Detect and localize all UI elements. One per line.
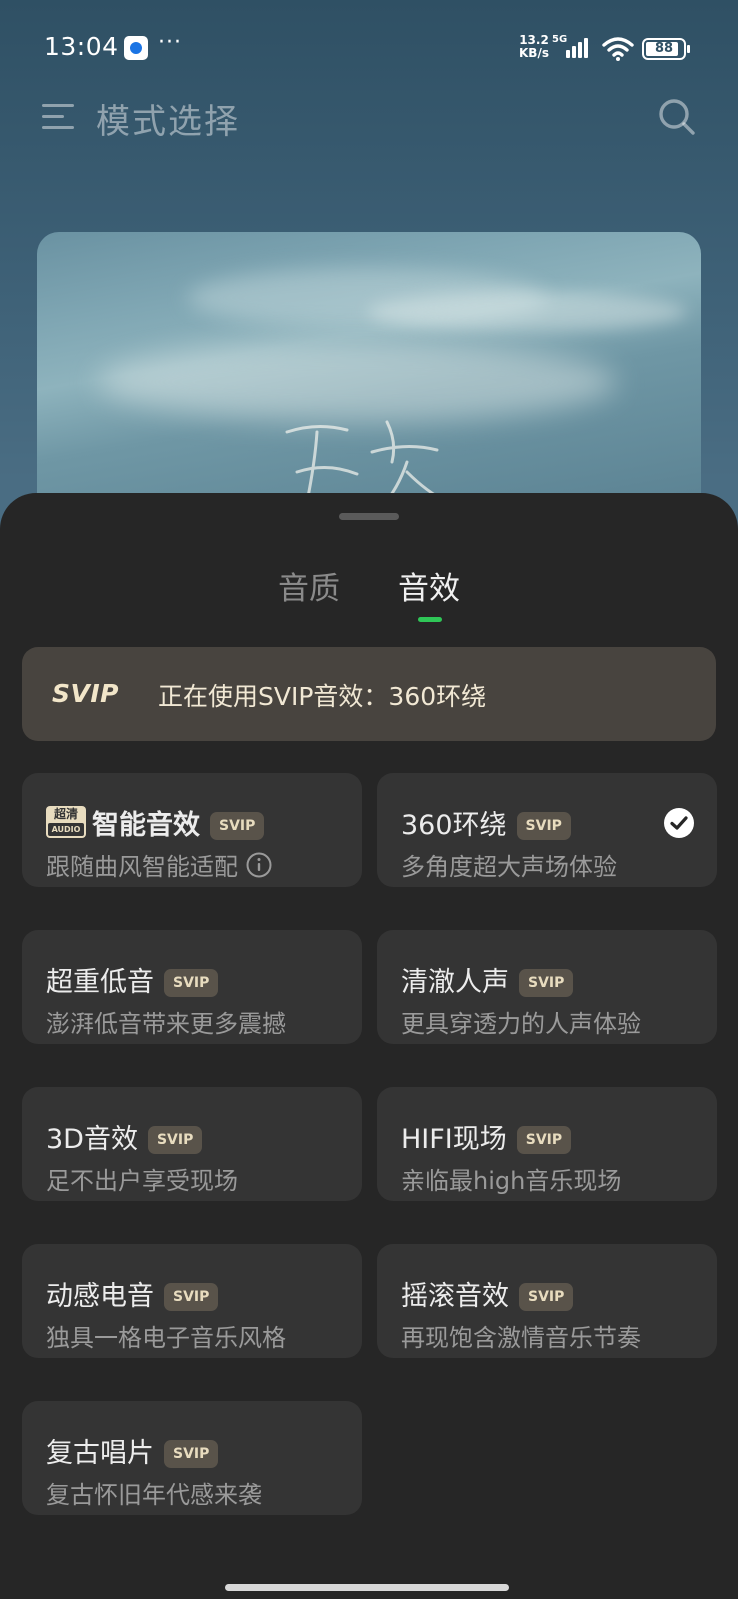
svip-tag: SVIP [164,1440,219,1468]
svip-tag: SVIP [516,1126,572,1154]
effect-title-text: HIFI现场 [401,1124,507,1155]
effect-card-title: 超清 AUDIO 智能音效 SVIP [46,803,265,842]
signal-icon: 5G [552,34,594,60]
effect-title-text: 清澈人声 [401,967,509,998]
notification-app-icon [124,36,148,60]
screen: 13:04 ··· 13.2 KB/s 5G 88 模式选择 音质 音效 SVI… [0,0,738,1599]
more-notifications-icon: ··· [158,30,182,55]
effect-desc-text: 澎湃低音带来更多震撼 [46,1010,286,1038]
tab-sound-effects[interactable]: 音效 [398,563,460,608]
status-bar: 13:04 ··· 13.2 KB/s 5G 88 [0,0,738,96]
effect-card-desc: 跟随曲风智能适配 [46,847,272,882]
home-indicator[interactable] [225,1584,509,1591]
network-speed-unit: KB/s [519,46,549,60]
effect-card-electronic[interactable]: 动感电音 SVIP 独具一格电子音乐风格 [22,1244,362,1358]
effect-card-bass[interactable]: 超重低音 SVIP 澎湃低音带来更多震撼 [22,930,362,1044]
effect-card-title: 动感电音 SVIP [46,1274,219,1313]
effect-card-title: 复古唱片 SVIP [46,1431,219,1470]
hd-badge-bottom: AUDIO [48,823,84,836]
effect-desc-text: 独具一格电子音乐风格 [46,1324,286,1352]
effect-desc-text: 复古怀旧年代感来袭 [46,1481,262,1509]
effect-title-text: 智能音效 [92,810,200,841]
effect-card-vintage[interactable]: 复古唱片 SVIP 复古怀旧年代感来袭 [22,1401,362,1515]
active-tab-indicator [418,617,442,622]
effect-title-text: 超重低音 [46,967,154,998]
menu-icon[interactable] [42,102,76,132]
effect-title-text: 360环绕 [401,810,507,841]
effect-title-text: 复古唱片 [46,1438,154,1469]
effect-card-vocal[interactable]: 清澈人声 SVIP 更具穿透力的人声体验 [377,930,717,1044]
wifi-icon [602,36,634,62]
hd-audio-badge: 超清 AUDIO [46,806,86,838]
info-icon[interactable] [246,852,272,878]
effect-desc-text: 跟随曲风智能适配 [46,853,238,881]
effect-title-text: 动感电音 [46,1281,154,1312]
effect-card-smart[interactable]: 超清 AUDIO 智能音效 SVIP 跟随曲风智能适配 [22,773,362,887]
effect-title-text: 摇滚音效 [401,1281,509,1312]
svip-logo: SVIP [52,679,119,708]
svip-tag: SVIP [516,812,571,840]
effect-title-text: 3D音效 [46,1124,138,1155]
svip-tag: SVIP [519,1283,574,1311]
network-speed: 13.2 KB/s [516,34,552,60]
svip-banner-text: 正在使用SVIP音效：360环绕 [158,682,487,711]
svip-tag: SVIP [164,969,219,997]
effect-card-title: 360环绕 SVIP [401,803,571,842]
album-cover [37,232,701,532]
app-header: 模式选择 [0,88,738,148]
selected-check-icon [664,808,694,838]
svip-tag: SVIP [210,812,265,840]
effect-card-title: 3D音效 SVIP [46,1117,203,1156]
cover-cloud [367,292,687,332]
effect-card-title: 摇滚音效 SVIP [401,1274,574,1313]
status-time: 13:04 [44,32,119,61]
effect-card-360[interactable]: 360环绕 SVIP 多角度超大声场体验 [377,773,717,887]
effect-desc-text: 亲临最high音乐现场 [401,1167,622,1195]
effect-card-title: 超重低音 SVIP [46,960,219,999]
tab-sound-quality[interactable]: 音质 [278,563,340,608]
effect-desc-text: 更具穿透力的人声体验 [401,1010,641,1038]
hd-badge-top: 超清 [53,807,78,821]
battery-icon: 88 [642,38,690,60]
effect-card-hifi[interactable]: HIFI现场 SVIP 亲临最high音乐现场 [377,1087,717,1201]
tab-bar: 音质 音效 [0,563,738,623]
battery-level: 88 [654,41,674,56]
sheet-drag-handle[interactable] [339,513,399,520]
effect-desc-text: 多角度超大声场体验 [401,853,617,881]
svip-status-banner: SVIP 正在使用SVIP音效：360环绕 [22,647,716,741]
svip-tag: SVIP [519,969,574,997]
effect-card-title: HIFI现场 SVIP [401,1117,572,1156]
network-type: 5G [552,34,568,45]
svip-tag: SVIP [164,1283,219,1311]
effect-desc-text: 再现饱含激情音乐节奏 [401,1324,641,1352]
search-icon[interactable] [658,98,696,136]
svip-tag: SVIP [147,1126,203,1154]
page-title: 模式选择 [96,102,240,142]
sound-effects-sheet: 音质 音效 SVIP 正在使用SVIP音效：360环绕 超清 AUDIO 智能音… [0,493,738,1599]
effect-card-rock[interactable]: 摇滚音效 SVIP 再现饱含激情音乐节奏 [377,1244,717,1358]
effect-card-title: 清澈人声 SVIP [401,960,574,999]
effect-card-3d[interactable]: 3D音效 SVIP 足不出户享受现场 [22,1087,362,1201]
effect-desc-text: 足不出户享受现场 [46,1167,238,1195]
